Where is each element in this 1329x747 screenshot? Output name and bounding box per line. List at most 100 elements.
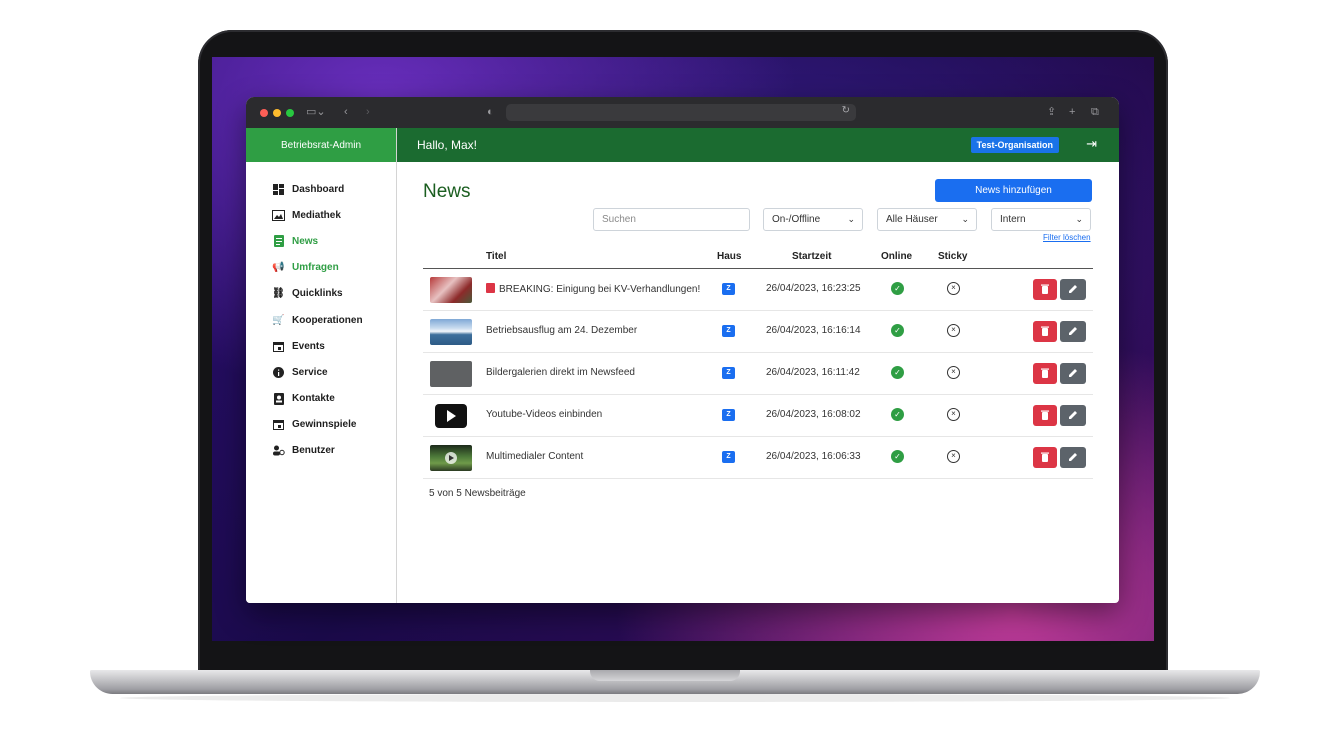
sidebar-item-label: Gewinnspiele <box>292 419 357 431</box>
sidebar-item-label: Benutzer <box>292 445 335 457</box>
online-check-icon[interactable]: ✓ <box>891 450 904 463</box>
sidebar-item-gewinnspiele[interactable]: Gewinnspiele <box>246 412 396 438</box>
window-controls <box>260 108 294 117</box>
table-row[interactable]: Youtube-Videos einbinden Z 26/04/2023, 1… <box>423 395 1093 437</box>
start-time: 26/04/2023, 16:08:02 <box>766 409 861 420</box>
news-title: Betriebsausflug am 24. Dezember <box>486 325 638 336</box>
sidebar-item-label: Kooperationen <box>292 314 363 326</box>
admin-app: Betriebsrat-Admin Dashboard Mediathek Ne… <box>246 128 1119 603</box>
sticky-off-icon[interactable]: × <box>947 450 960 463</box>
delete-button[interactable] <box>1033 363 1057 384</box>
new-tab-icon[interactable]: + <box>1069 105 1075 119</box>
sticky-off-icon[interactable]: × <box>947 366 960 379</box>
article-icon <box>272 235 285 248</box>
delete-button[interactable] <box>1033 447 1057 468</box>
sidebar-item-kontakte[interactable]: Kontakte <box>246 386 396 412</box>
reload-icon[interactable]: ↻ <box>842 105 850 116</box>
table-row[interactable]: Betriebsausflug am 24. Dezember Z 26/04/… <box>423 311 1093 353</box>
play-icon <box>430 403 472 429</box>
edit-button[interactable] <box>1060 447 1086 468</box>
sidebar-item-service[interactable]: Service <box>246 359 396 385</box>
news-thumbnail <box>430 277 472 303</box>
calendar-icon <box>272 340 285 352</box>
column-header-title[interactable]: Titel <box>486 251 506 262</box>
visibility-filter-select[interactable]: Intern ⌄ <box>991 208 1091 231</box>
sticky-off-icon[interactable]: × <box>947 324 960 337</box>
sidebar-item-umfragen[interactable]: 📢 Umfragen <box>246 255 396 281</box>
table-row[interactable]: Bildergalerien direkt im Newsfeed Z 26/0… <box>423 353 1093 395</box>
edit-button[interactable] <box>1060 279 1086 300</box>
main-content: News News hinzufügen Suchen On-/Offline ⌄… <box>397 162 1119 603</box>
privacy-shield-icon[interactable]: ◐ <box>487 105 494 119</box>
sidebar-item-news[interactable]: News <box>246 228 396 254</box>
column-header-online[interactable]: Online <box>881 251 912 262</box>
share-icon[interactable]: ⇪ <box>1047 105 1056 119</box>
clear-filters-link[interactable]: Filter löschen <box>1043 233 1091 242</box>
news-title: BREAKING: Einigung bei KV-Verhandlungen! <box>486 283 700 295</box>
calendar-icon <box>272 419 285 431</box>
sidebar-item-label: Service <box>292 366 328 378</box>
column-header-house[interactable]: Haus <box>717 251 741 262</box>
house-badge: Z <box>722 451 735 463</box>
logout-icon[interactable]: ⇥ <box>1086 136 1097 152</box>
delete-button[interactable] <box>1033 321 1057 342</box>
online-check-icon[interactable]: ✓ <box>891 366 904 379</box>
cart-icon: 🛒 <box>272 314 285 326</box>
browser-toolbar: ▭⌄ ‹ › ◐ ↻ ⇪ + ⧉ <box>246 97 1119 128</box>
edit-button[interactable] <box>1060 405 1086 426</box>
edit-button[interactable] <box>1060 321 1086 342</box>
delete-button[interactable] <box>1033 405 1057 426</box>
organization-badge[interactable]: Test-Organisation <box>970 137 1059 153</box>
news-thumbnail <box>430 445 472 471</box>
back-icon[interactable]: ‹ <box>344 105 348 119</box>
browser-window: ▭⌄ ‹ › ◐ ↻ ⇪ + ⧉ Betriebsrat-Admin Dashb… <box>246 97 1119 603</box>
tab-overview-icon[interactable]: ⧉ <box>1091 105 1099 119</box>
sidebar-item-label: Events <box>292 340 325 352</box>
dashboard-icon <box>272 183 285 195</box>
sidebar-item-label: Umfragen <box>292 262 339 274</box>
forward-icon[interactable]: › <box>366 105 370 119</box>
top-bar: Hallo, Max! Test-Organisation ⇥ <box>397 128 1119 162</box>
delete-button[interactable] <box>1033 279 1057 300</box>
zoom-window-button[interactable] <box>286 108 294 117</box>
close-window-button[interactable] <box>260 108 268 117</box>
house-filter-select[interactable]: Alle Häuser ⌄ <box>877 208 977 231</box>
sidebar: Betriebsrat-Admin Dashboard Mediathek Ne… <box>246 128 397 603</box>
sidebar-item-mediathek[interactable]: Mediathek <box>246 202 396 228</box>
online-filter-select[interactable]: On-/Offline ⌄ <box>763 208 863 231</box>
online-check-icon[interactable]: ✓ <box>891 324 904 337</box>
sticky-off-icon[interactable]: × <box>947 408 960 421</box>
table-header: Titel Haus Startzeit Online Sticky <box>423 244 1093 269</box>
result-count: 5 von 5 Newsbeiträge <box>429 488 526 499</box>
house-badge: Z <box>722 409 735 421</box>
sticky-off-icon[interactable]: × <box>947 282 960 295</box>
sidebar-item-benutzer[interactable]: Benutzer <box>246 438 396 464</box>
online-check-icon[interactable]: ✓ <box>891 282 904 295</box>
table-row[interactable]: BREAKING: Einigung bei KV-Verhandlungen!… <box>423 269 1093 311</box>
column-header-sticky[interactable]: Sticky <box>938 251 967 262</box>
contacts-icon <box>272 392 285 405</box>
news-thumbnail <box>430 361 472 387</box>
edit-button[interactable] <box>1060 363 1086 384</box>
minimize-window-button[interactable] <box>273 108 281 117</box>
start-time: 26/04/2023, 16:23:25 <box>766 283 861 294</box>
add-news-button[interactable]: News hinzufügen <box>935 179 1092 202</box>
sidebar-item-label: Kontakte <box>292 393 335 405</box>
info-icon <box>272 366 285 378</box>
column-header-start[interactable]: Startzeit <box>792 251 831 262</box>
table-row[interactable]: Multimedialer Content Z 26/04/2023, 16:0… <box>423 437 1093 479</box>
brand-title: Betriebsrat-Admin <box>246 128 396 162</box>
house-badge: Z <box>722 325 735 337</box>
sidebar-item-quicklinks[interactable]: ⛓ Quicklinks <box>246 281 396 307</box>
address-bar[interactable]: ↻ <box>506 104 856 121</box>
online-check-icon[interactable]: ✓ <box>891 408 904 421</box>
sidebar-item-kooperationen[interactable]: 🛒 Kooperationen <box>246 307 396 333</box>
sidebar-item-events[interactable]: Events <box>246 333 396 359</box>
search-input[interactable]: Suchen <box>593 208 750 231</box>
sidebar-toggle-icon[interactable]: ▭⌄ <box>306 105 326 119</box>
sidebar-item-dashboard[interactable]: Dashboard <box>246 176 396 202</box>
news-title-text: BREAKING: Einigung bei KV-Verhandlungen! <box>499 284 701 295</box>
sidebar-item-label: Quicklinks <box>292 288 343 300</box>
chevron-down-icon: ⌄ <box>847 214 855 224</box>
news-title: Youtube-Videos einbinden <box>486 409 603 420</box>
